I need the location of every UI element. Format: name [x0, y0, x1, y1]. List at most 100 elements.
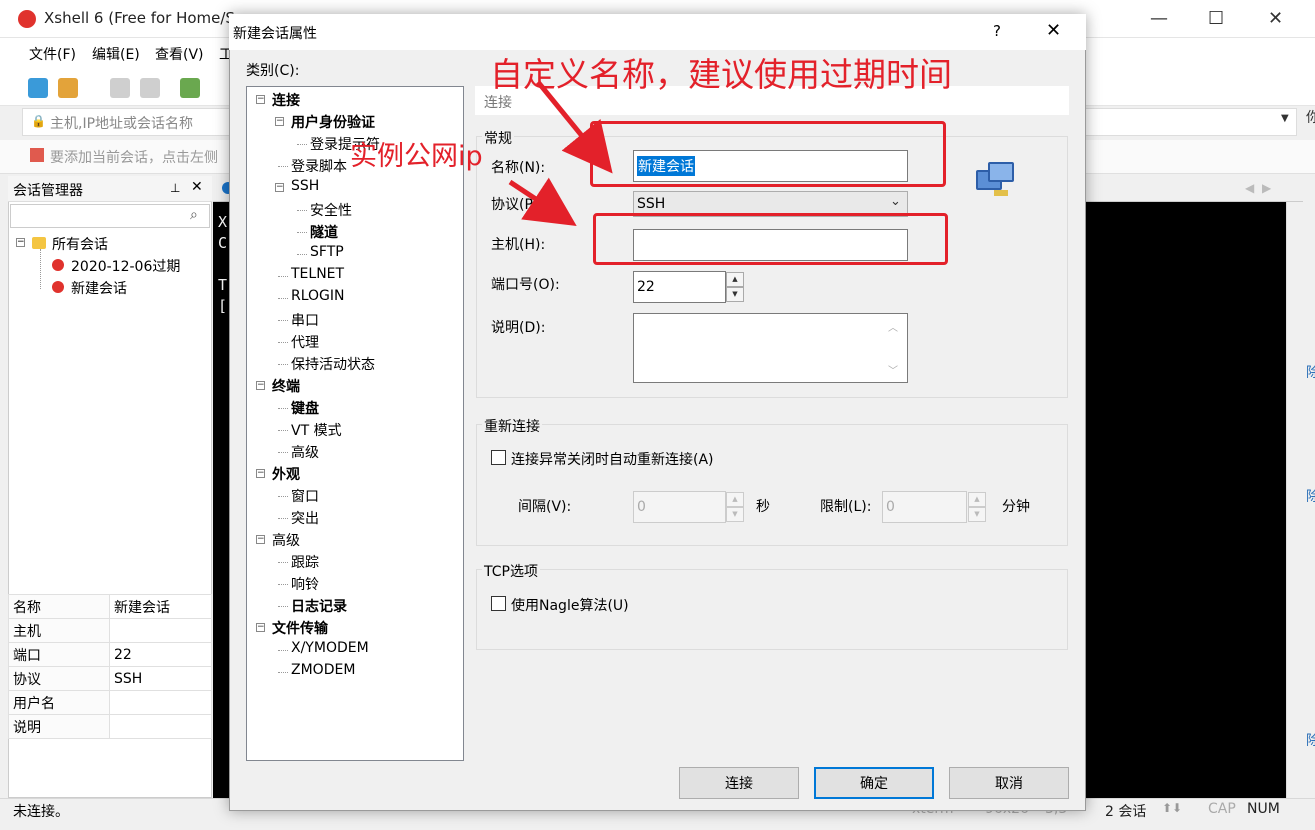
category-item[interactable]: SFTP	[310, 244, 344, 260]
terminal-scrollbar[interactable]	[1286, 202, 1303, 798]
menu-file[interactable]: 文件(F)	[29, 44, 76, 64]
terminal-text: X C T [	[218, 213, 228, 315]
category-item[interactable]: 登录脚本	[291, 156, 347, 176]
port-spin-down[interactable]: ▼	[726, 287, 744, 302]
tree-collapse-icon[interactable]: −	[275, 117, 284, 126]
category-item[interactable]: 连接	[272, 90, 300, 110]
limit-unit: 分钟	[1002, 499, 1030, 515]
category-item[interactable]: RLOGIN	[291, 288, 345, 304]
limit-spin-up[interactable]: ▲	[968, 492, 986, 507]
property-row: 主机	[8, 618, 212, 643]
menu-view[interactable]: 查看(V)	[155, 44, 204, 64]
description-scroll-up-icon[interactable]: ︿	[888, 319, 898, 334]
status-caps: CAP	[1208, 801, 1236, 817]
connect-button[interactable]: 连接	[679, 767, 799, 799]
session-icon	[52, 281, 64, 293]
search-icon[interactable]: ⌕	[190, 207, 198, 223]
tree-line	[278, 320, 288, 321]
tree-collapse-icon[interactable]: −	[16, 238, 25, 247]
category-item[interactable]: 保持活动状态	[291, 354, 375, 374]
tree-collapse-icon[interactable]: −	[256, 623, 265, 632]
category-item[interactable]: 键盘	[291, 398, 319, 418]
tree-collapse-icon[interactable]: −	[256, 535, 265, 544]
category-item[interactable]: 文件传输	[272, 618, 328, 638]
minimize-button[interactable]: —	[1150, 8, 1168, 29]
category-item[interactable]: 响铃	[291, 574, 319, 594]
tree-collapse-icon[interactable]: −	[275, 183, 284, 192]
port-label: 端口号(O):	[491, 277, 560, 293]
description-scroll-down-icon[interactable]: ﹀	[888, 362, 898, 377]
edge-text: 你	[1306, 110, 1315, 126]
tree-collapse-icon[interactable]: −	[256, 381, 265, 390]
nagle-label: 使用Nagle算法(U)	[511, 598, 629, 614]
app-close-button[interactable]: ✕	[1268, 8, 1283, 29]
interval-unit: 秒	[756, 499, 770, 515]
interval-spin-down[interactable]: ▼	[726, 507, 744, 522]
category-item[interactable]: 串口	[291, 310, 319, 330]
address-placeholder: 主机,IP地址或会话名称	[50, 116, 194, 132]
category-item[interactable]: X/YMODEM	[291, 640, 369, 656]
tree-line	[278, 562, 288, 563]
property-value	[109, 618, 212, 643]
dialog-close-button[interactable]: ✕	[1046, 20, 1061, 41]
settings-icon[interactable]	[180, 78, 200, 98]
category-item[interactable]: 高级	[291, 442, 319, 462]
session-manager-close-button[interactable]: ✕	[191, 179, 203, 195]
link-icon[interactable]	[110, 78, 130, 98]
unlink-icon[interactable]	[140, 78, 160, 98]
bookmark-icon	[30, 148, 44, 162]
category-item[interactable]: 跟踪	[291, 552, 319, 572]
tab-scroll-right-icon[interactable]: ▶	[1262, 181, 1271, 195]
category-item[interactable]: 高级	[272, 530, 300, 550]
description-field[interactable]	[633, 313, 908, 383]
interval-field[interactable]: 0	[633, 491, 726, 523]
tree-collapse-icon[interactable]: −	[256, 469, 265, 478]
tree-item-session[interactable]: 2020-12-06过期	[71, 256, 180, 276]
port-field[interactable]: 22	[633, 271, 726, 303]
limit-field[interactable]: 0	[882, 491, 967, 523]
nagle-checkbox[interactable]	[491, 596, 506, 611]
session-manager-title: 会话管理器	[13, 183, 83, 199]
tree-line	[278, 650, 288, 651]
new-session-icon[interactable]	[28, 78, 48, 98]
maximize-button[interactable]: ☐	[1208, 8, 1224, 29]
tree-root-all-sessions[interactable]: 所有会话	[52, 234, 108, 254]
category-item[interactable]: VT 模式	[291, 420, 342, 440]
tab-scroll-left-icon[interactable]: ◀	[1245, 181, 1254, 195]
category-item[interactable]: 安全性	[310, 200, 352, 220]
ok-button[interactable]: 确定	[814, 767, 934, 799]
tcp-group-title: TCP选项	[482, 561, 540, 581]
tree-item-session[interactable]: 新建会话	[71, 278, 127, 298]
property-key: 端口	[8, 642, 110, 667]
category-item[interactable]: 窗口	[291, 486, 319, 506]
session-properties-table: 名称 新建会话 主机 端口 22 协议 SSH 用户名 说明	[8, 594, 212, 739]
session-search-input[interactable]	[10, 204, 210, 228]
port-spin-up[interactable]: ▲	[726, 272, 744, 287]
auto-reconnect-checkbox[interactable]	[491, 450, 506, 465]
category-item[interactable]: 隧道	[310, 222, 338, 242]
lock-icon: 🔒	[31, 114, 46, 128]
category-item[interactable]: 代理	[291, 332, 319, 352]
category-item[interactable]: 日志记录	[291, 596, 347, 616]
address-dropdown-icon[interactable]: ▼	[1281, 113, 1289, 124]
open-folder-icon[interactable]	[58, 78, 78, 98]
limit-spin-down[interactable]: ▼	[968, 507, 986, 522]
tree-collapse-icon[interactable]: −	[256, 95, 265, 104]
auto-reconnect-label: 连接异常关闭时自动重新连接(A)	[511, 452, 714, 468]
interval-spin-up[interactable]: ▲	[726, 492, 744, 507]
category-item[interactable]: 外观	[272, 464, 300, 484]
category-item[interactable]: 突出	[291, 508, 319, 528]
category-item[interactable]: 用户身份验证	[291, 112, 375, 132]
interval-label: 间隔(V):	[518, 499, 572, 515]
menu-edit[interactable]: 编辑(E)	[92, 44, 140, 64]
category-item[interactable]: ZMODEM	[291, 662, 355, 678]
category-item[interactable]: SSH	[291, 178, 319, 194]
category-item[interactable]: TELNET	[291, 266, 344, 282]
tree-line	[297, 210, 307, 211]
category-item[interactable]: 终端	[272, 376, 300, 396]
tree-line	[278, 276, 288, 277]
property-row: 协议 SSH	[8, 666, 212, 691]
pin-icon[interactable]: ⊥	[170, 181, 180, 195]
help-button[interactable]: ?	[993, 22, 1001, 40]
cancel-button[interactable]: 取消	[949, 767, 1069, 799]
